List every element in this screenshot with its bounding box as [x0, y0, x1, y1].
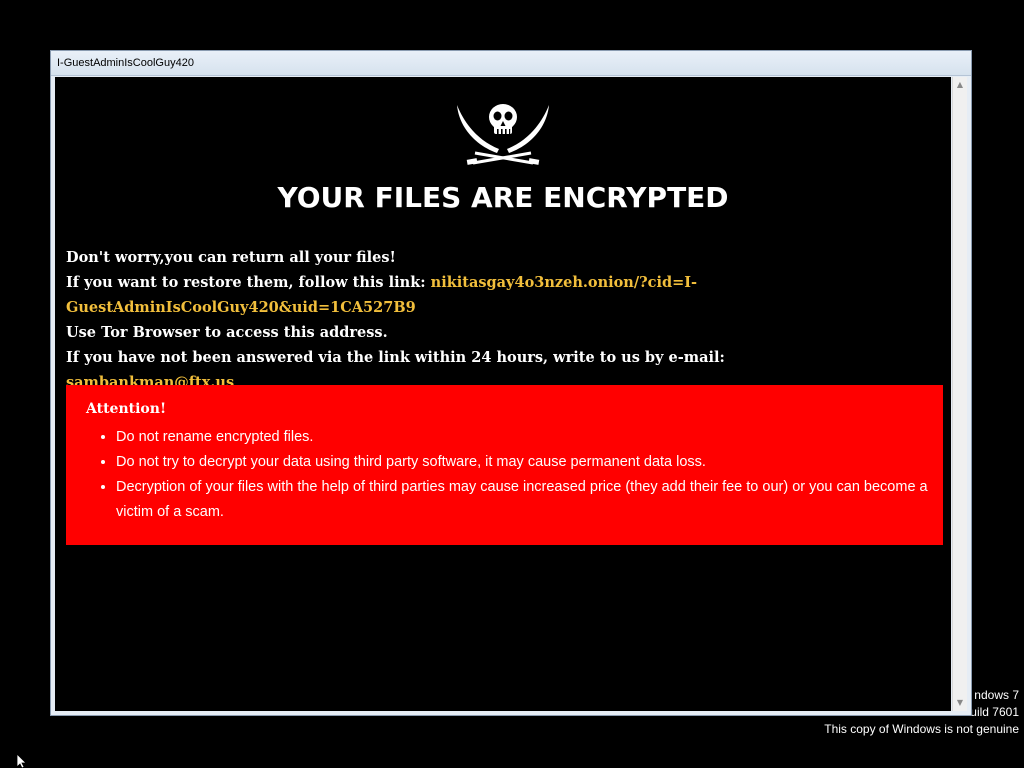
ransom-note-content: YOUR FILES ARE ENCRYPTED Don't worry,you…	[55, 77, 951, 711]
onion-link-part1[interactable]: nikitasgay4o3nzeh.onion/?cid=I-	[431, 274, 697, 291]
onion-link-part2[interactable]: GuestAdminIsCoolGuy420&uid=1CA527B9	[66, 299, 416, 316]
window-title: I-GuestAdminIsCoolGuy420	[57, 57, 194, 69]
attention-item: Do not try to decrypt your data using th…	[116, 450, 941, 475]
watermark-line-not-genuine: This copy of Windows is not genuine	[824, 722, 1019, 736]
vertical-scrollbar[interactable]: ▲ ▼	[952, 77, 967, 711]
message-line-tor: Use Tor Browser to access this address.	[66, 324, 388, 341]
window-titlebar[interactable]: I-GuestAdminIsCoolGuy420	[51, 51, 971, 76]
jolly-roger-skull-crossed-swords-icon	[457, 104, 549, 165]
attention-title: Attention!	[86, 401, 167, 417]
mouse-cursor-icon	[17, 754, 27, 768]
message-line-dont-worry: Don't worry,you can return all your file…	[66, 249, 396, 266]
scroll-up-arrow-icon[interactable]: ▲	[953, 77, 967, 93]
attention-box: Attention! Do not rename encrypted files…	[66, 385, 943, 545]
message-line-link-cont: GuestAdminIsCoolGuy420&uid=1CA527B9	[66, 295, 766, 320]
email-prefix-text: If you have not been answered via the li…	[66, 349, 725, 366]
restore-prefix-text: If you want to restore them, follow this…	[66, 274, 431, 291]
attention-item: Decryption of your files with the help o…	[116, 475, 941, 525]
ransom-heading: YOUR FILES ARE ENCRYPTED	[277, 181, 729, 214]
attention-list: Do not rename encrypted files. Do not tr…	[86, 425, 941, 525]
ransom-note-window[interactable]: I-GuestAdminIsCoolGuy420 YOUR FILES ARE …	[50, 50, 972, 716]
attention-item: Do not rename encrypted files.	[116, 425, 941, 450]
message-line-restore: If you want to restore them, follow this…	[66, 270, 766, 295]
ransom-message: Don't worry,you can return all your file…	[66, 245, 766, 395]
scroll-down-arrow-icon[interactable]: ▼	[953, 695, 967, 711]
